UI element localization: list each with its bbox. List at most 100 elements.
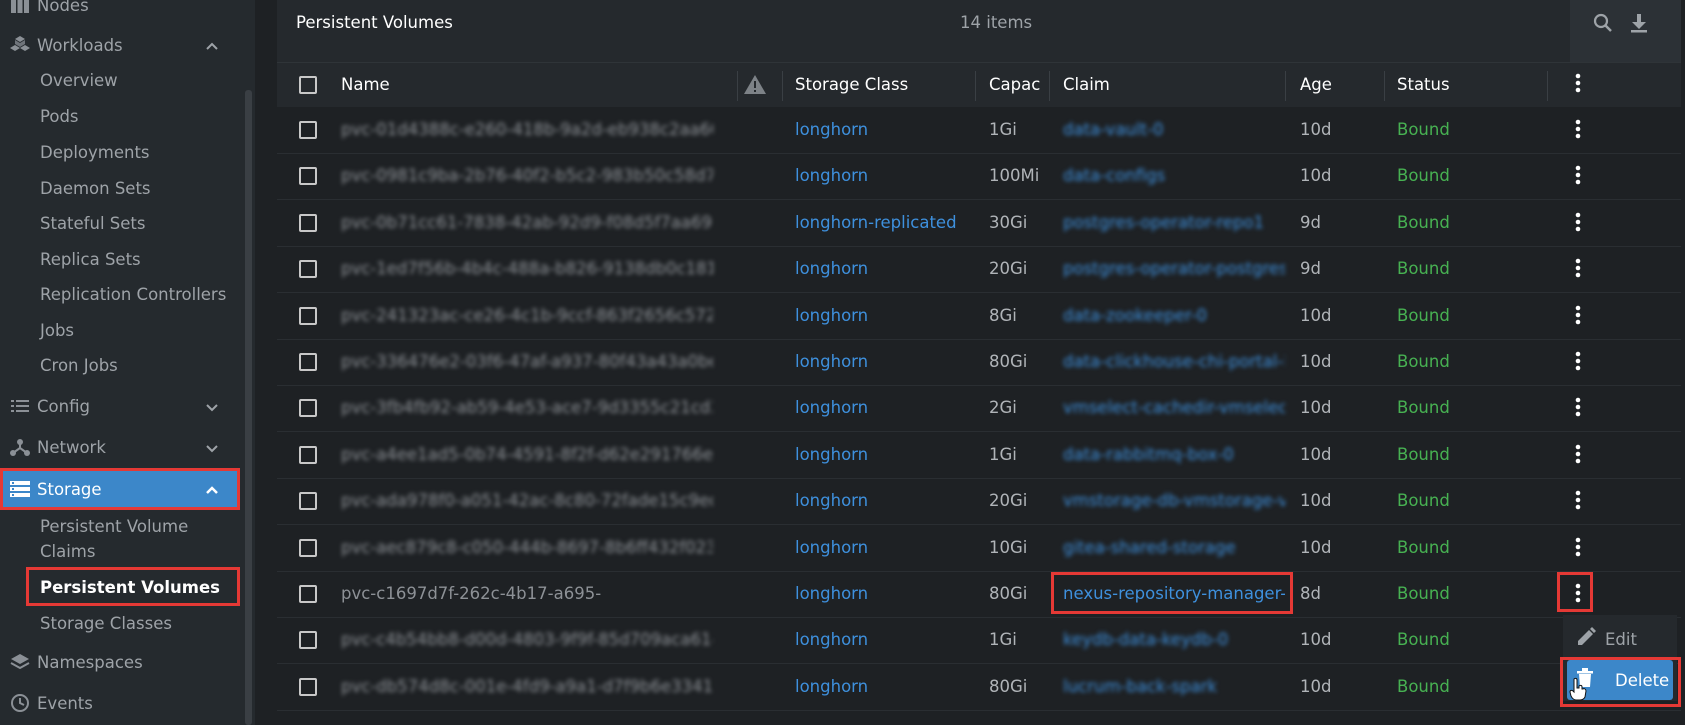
row-menu-icon[interactable]	[1567, 396, 1589, 422]
storage-class-link[interactable]: longhorn	[795, 630, 965, 649]
chevron-down-icon[interactable]	[202, 397, 222, 416]
row-checkbox[interactable]	[299, 306, 317, 325]
edit-menu-item[interactable]: Edit	[1563, 619, 1677, 659]
sidebar-subitem-deployments[interactable]: Deployments	[40, 143, 150, 162]
storage-class-link[interactable]: longhorn	[795, 445, 965, 464]
volume-name[interactable]: pvc-aec879c8-c050-444b-8697-8b6ff432f023	[341, 538, 713, 557]
table-row[interactable]: pvc-01d4388c-e260-418b-9a2d-eb938c2aa607…	[277, 108, 1681, 154]
volume-name[interactable]: pvc-c4b54bb8-d00d-4803-9f9f-85d709aca614	[341, 630, 713, 649]
volume-name[interactable]: pvc-a4ee1ad5-0b74-4591-8f2f-d62e291766e9	[341, 445, 713, 464]
volume-name[interactable]: pvc-01d4388c-e260-418b-9a2d-eb938c2aa607	[341, 120, 713, 139]
sidebar-subitem-replica-sets[interactable]: Replica Sets	[40, 250, 141, 269]
columns-menu-icon[interactable]	[1567, 72, 1589, 98]
column-status[interactable]: Status	[1397, 75, 1497, 94]
claim-link[interactable]: vmstorage-db-vmstorage-vi	[1063, 491, 1285, 510]
row-menu-icon[interactable]	[1567, 350, 1589, 376]
row-menu-icon[interactable]	[1567, 304, 1589, 330]
sidebar-item-events[interactable]: Events	[0, 683, 240, 723]
storage-class-link[interactable]: longhorn	[795, 352, 965, 371]
table-row[interactable]: pvc-0b71cc61-7838-42ab-92d9-f08d5f7aa69d…	[277, 201, 1681, 247]
storage-class-link[interactable]: longhorn	[795, 491, 965, 510]
row-checkbox[interactable]	[299, 677, 317, 696]
storage-class-link[interactable]: longhorn	[795, 538, 965, 557]
volume-name[interactable]: pvc-241323ac-ce26-4c1b-9ccf-863f2656c572	[341, 306, 713, 325]
sidebar-scrollbar[interactable]	[243, 0, 255, 725]
column-storage-class[interactable]: Storage Class	[795, 75, 965, 94]
row-menu-icon[interactable]	[1567, 489, 1589, 515]
claim-link[interactable]: postgres-operator-postgres	[1063, 259, 1285, 278]
sidebar-item-network[interactable]: Network	[0, 427, 240, 467]
volume-name[interactable]: pvc-3fb4fb92-ab59-4e53-ace7-9d3355c21cd3	[341, 398, 713, 417]
volume-name[interactable]: pvc-ada978f0-a051-42ac-8c80-72fade15c9ed	[341, 491, 713, 510]
sidebar-subitem-persistent-volume-claims-line1[interactable]: Persistent Volume	[40, 517, 188, 536]
sidebar-item-nodes[interactable]: Nodes	[0, 0, 240, 25]
row-checkbox[interactable]	[299, 585, 317, 603]
scrollbar-thumb[interactable]	[245, 90, 252, 725]
claim-link[interactable]: keydb-data-keydb-0	[1063, 630, 1285, 649]
row-menu-icon[interactable]	[1567, 118, 1589, 144]
table-row[interactable]: pvc-c1697d7f-262c-4b17-a695- longhorn 80Gi…	[277, 572, 1681, 618]
row-checkbox[interactable]	[299, 399, 317, 418]
volume-name[interactable]: pvc-1ed7f56b-4b4c-488a-b826-9138db0c181c	[341, 259, 713, 278]
table-row[interactable]: pvc-336476e2-03f6-47af-a937-80f43a43a0be…	[277, 340, 1681, 386]
claim-link[interactable]: data-rabbitmq-box-0	[1063, 445, 1285, 464]
sidebar-subitem-persistent-volume-claims-line2[interactable]: Claims	[40, 542, 95, 561]
row-menu-icon[interactable]	[1567, 536, 1589, 562]
claim-link[interactable]: lucrum-back-spark	[1063, 677, 1285, 696]
storage-class-link[interactable]: longhorn-replicated	[795, 213, 965, 232]
claim-link[interactable]: data-zookeeper-0	[1063, 306, 1285, 325]
sidebar-item-workloads[interactable]: Workloads	[0, 25, 240, 65]
row-checkbox[interactable]	[299, 445, 317, 464]
row-menu-icon[interactable]	[1567, 211, 1589, 237]
row-menu-icon[interactable]	[1567, 257, 1589, 283]
sidebar-subitem-stateful-sets[interactable]: Stateful Sets	[40, 214, 145, 233]
storage-class-link[interactable]: longhorn	[795, 306, 965, 325]
storage-class-link[interactable]: longhorn	[795, 677, 965, 696]
table-row[interactable]: pvc-a4ee1ad5-0b74-4591-8f2f-d62e291766e9…	[277, 433, 1681, 479]
sidebar-subitem-persistent-volumes[interactable]: Persistent Volumes	[40, 578, 220, 597]
claim-link[interactable]: postgres-operator-repo1	[1063, 213, 1285, 232]
claim-link[interactable]: vmselect-cachedir-vmselect	[1063, 398, 1285, 417]
select-all-checkbox[interactable]	[299, 76, 317, 94]
chevron-up-icon[interactable]	[202, 480, 222, 499]
table-row[interactable]: pvc-aec879c8-c050-444b-8697-8b6ff432f023…	[277, 526, 1681, 572]
sidebar-subitem-storage-classes[interactable]: Storage Classes	[40, 614, 172, 633]
volume-name[interactable]: pvc-0b71cc61-7838-42ab-92d9-f08d5f7aa69d	[341, 213, 713, 232]
row-checkbox[interactable]	[299, 167, 317, 186]
chevron-down-icon[interactable]	[202, 438, 222, 457]
table-row[interactable]: pvc-1ed7f56b-4b4c-488a-b826-9138db0c181c…	[277, 247, 1681, 294]
sidebar-subitem-overview[interactable]: Overview	[40, 71, 118, 90]
row-checkbox[interactable]	[299, 213, 317, 232]
row-checkbox[interactable]	[299, 353, 317, 371]
table-row[interactable]: pvc-ada978f0-a051-42ac-8c80-72fade15c9ed…	[277, 479, 1681, 526]
sidebar-subitem-replication-controllers[interactable]: Replication Controllers	[40, 285, 226, 304]
storage-class-link[interactable]: longhorn	[795, 120, 965, 139]
table-row[interactable]: pvc-db574d8c-001e-4fd9-a9a1-d7f9b6e33417…	[277, 665, 1681, 711]
sidebar-subitem-cron-jobs[interactable]: Cron Jobs	[40, 356, 118, 375]
row-menu-icon[interactable]	[1567, 443, 1589, 469]
storage-class-link[interactable]: longhorn	[795, 584, 965, 603]
search-icon[interactable]	[1592, 12, 1614, 38]
table-row[interactable]: pvc-241323ac-ce26-4c1b-9ccf-863f2656c572…	[277, 294, 1681, 340]
chevron-up-icon[interactable]	[202, 36, 222, 55]
sidebar-subitem-pods[interactable]: Pods	[40, 107, 79, 126]
download-icon[interactable]	[1628, 12, 1650, 38]
row-menu-icon[interactable]	[1567, 164, 1589, 190]
table-row[interactable]: pvc-0981c9ba-2b76-40f2-b5c2-983b50c58d71…	[277, 154, 1681, 201]
storage-class-link[interactable]: longhorn	[795, 398, 965, 417]
volume-name[interactable]: pvc-336476e2-03f6-47af-a937-80f43a43a0be	[341, 352, 713, 371]
column-capacity[interactable]: Capac	[989, 75, 1047, 94]
row-checkbox[interactable]	[299, 260, 317, 279]
claim-link[interactable]: data-vault-0	[1063, 120, 1285, 139]
row-checkbox[interactable]	[299, 492, 317, 511]
storage-class-link[interactable]: longhorn	[795, 259, 965, 278]
storage-class-link[interactable]: longhorn	[795, 166, 965, 185]
claim-link[interactable]: gitea-shared-storage	[1063, 538, 1285, 557]
sidebar-item-config[interactable]: Config	[0, 386, 240, 426]
volume-name[interactable]: pvc-0981c9ba-2b76-40f2-b5c2-983b50c58d71	[341, 166, 713, 185]
claim-link[interactable]: data-configs	[1063, 166, 1285, 185]
column-name[interactable]: Name	[341, 75, 641, 94]
row-checkbox[interactable]	[299, 121, 317, 139]
row-checkbox[interactable]	[299, 538, 317, 557]
sidebar-subitem-jobs[interactable]: Jobs	[40, 321, 74, 340]
